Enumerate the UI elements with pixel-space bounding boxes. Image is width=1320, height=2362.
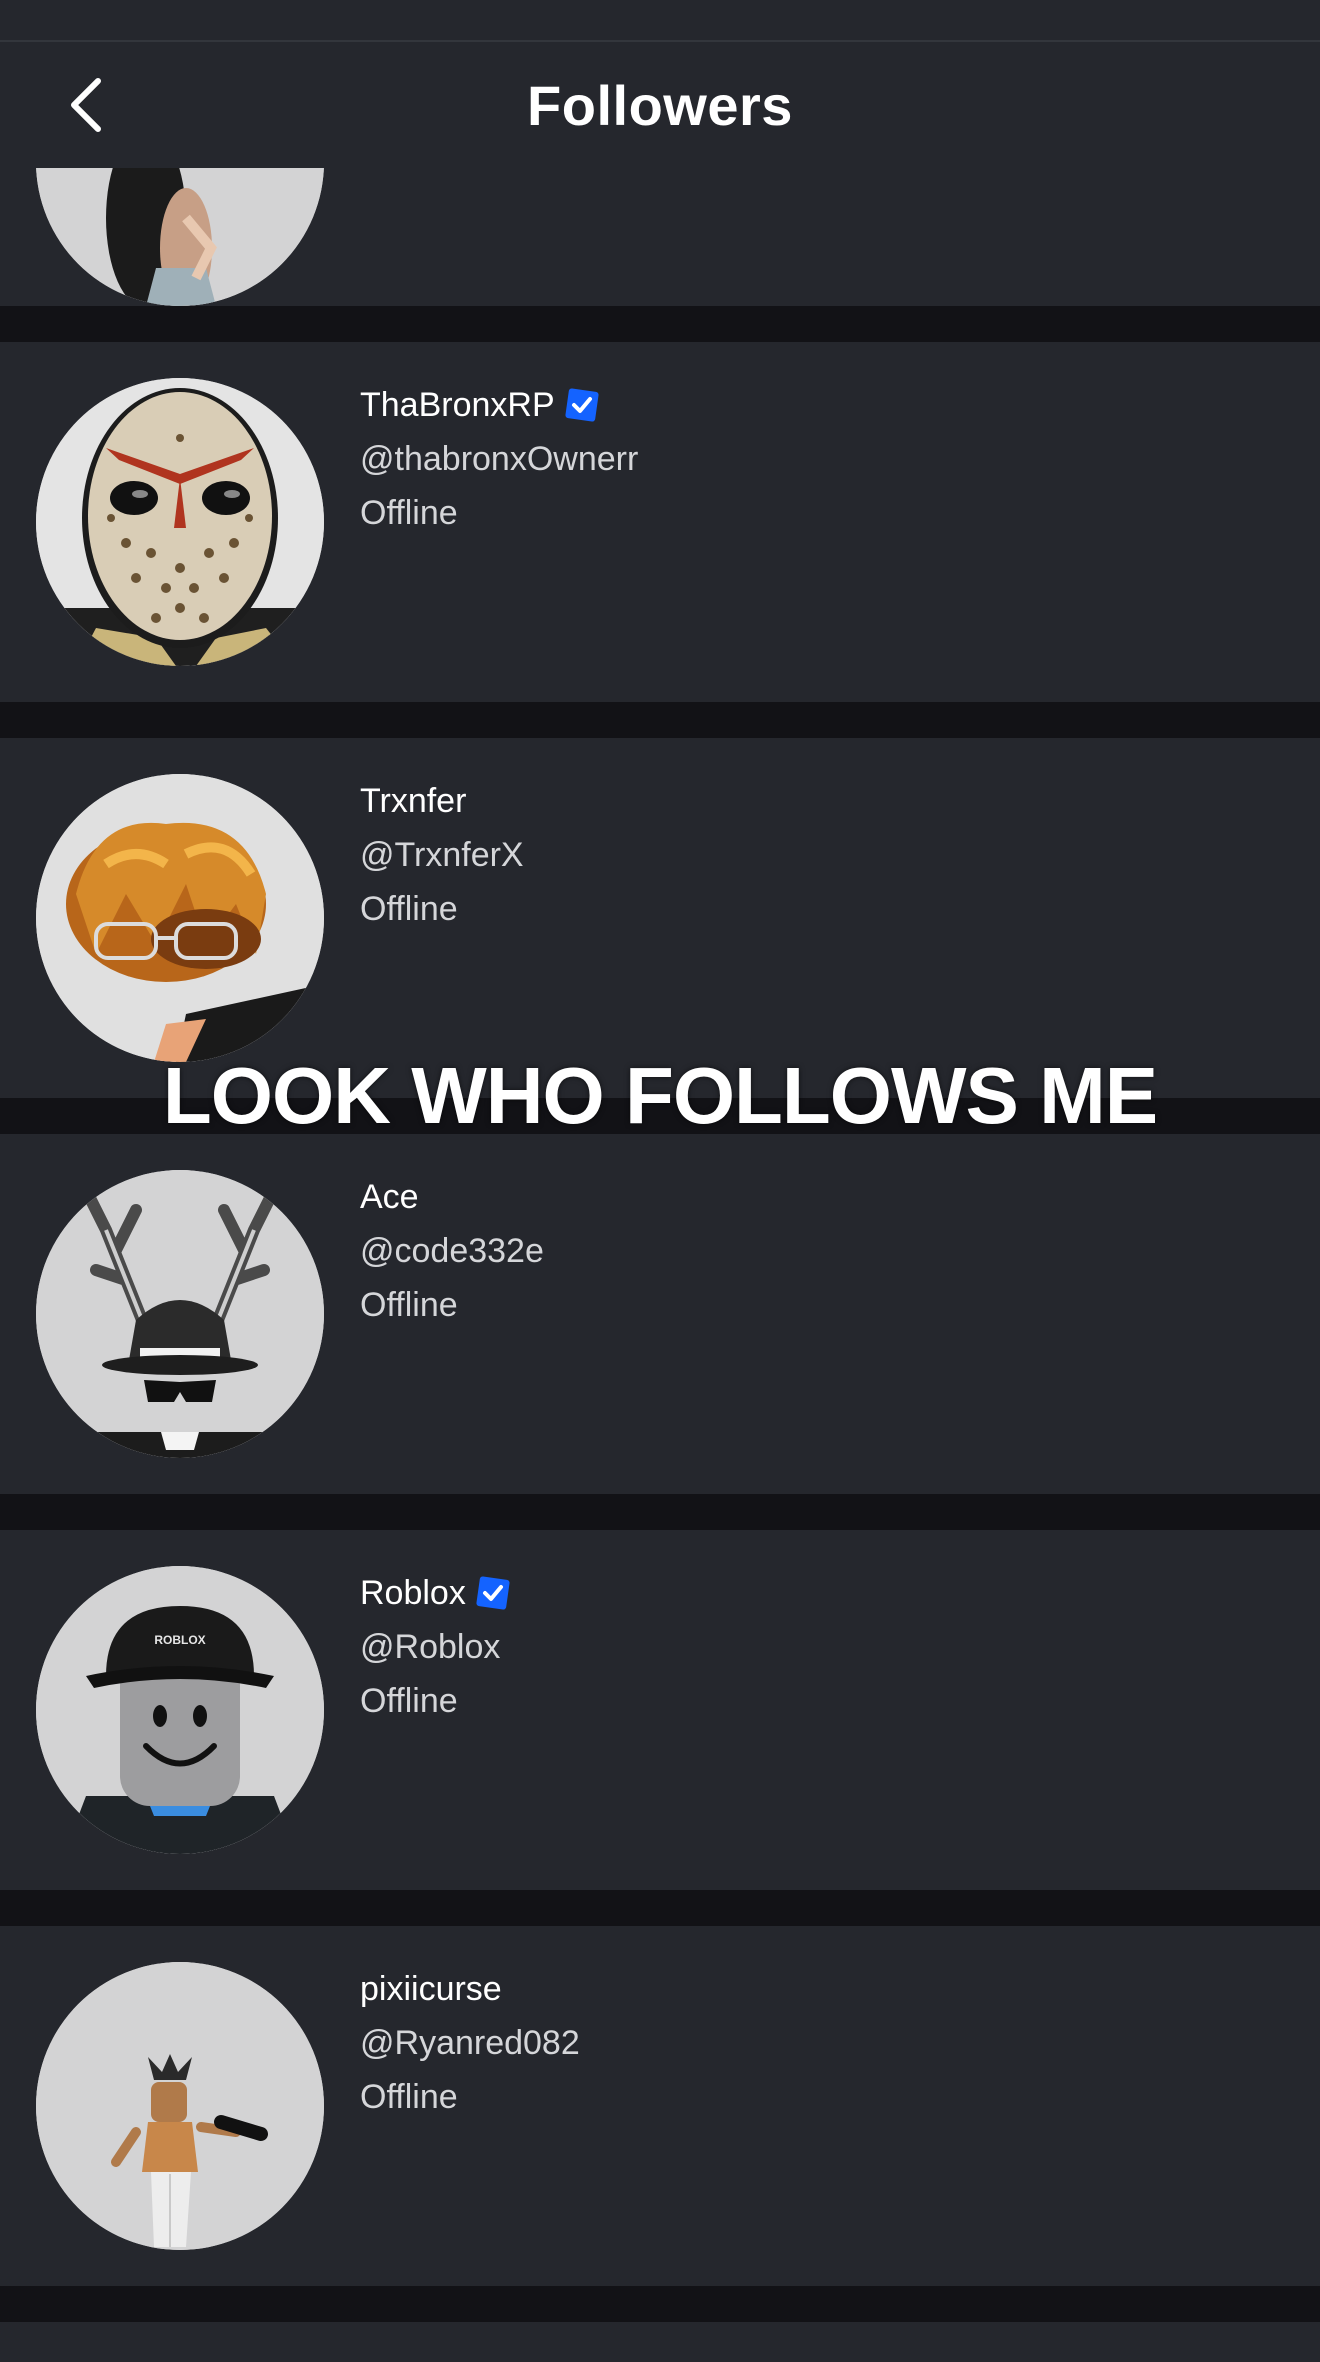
follower-card-next[interactable] xyxy=(0,2322,1320,2362)
presence-status: Offline xyxy=(360,890,458,928)
verified-badge-icon xyxy=(565,388,599,422)
verified-badge-icon xyxy=(476,1576,510,1610)
follower-card[interactable]: Ace @code332e Offline xyxy=(0,1134,1320,1494)
follower-card[interactable]: pixiicurse @Ryanred082 Offline xyxy=(0,1926,1320,2286)
avatar-small-character xyxy=(36,1962,324,2250)
chevron-left-icon xyxy=(71,78,101,132)
display-name: Roblox xyxy=(360,1574,466,1612)
avatar-antlers-fedora xyxy=(36,1170,324,1458)
presence-status: Offline xyxy=(360,2078,458,2116)
status-bar xyxy=(0,0,1320,40)
back-button[interactable] xyxy=(56,72,116,138)
display-name: pixiicurse xyxy=(360,1970,502,2008)
presence-status: Offline xyxy=(360,494,458,532)
username: @TrxnferX xyxy=(360,836,524,874)
avatar-orange-hair xyxy=(36,774,324,1062)
display-name: Ace xyxy=(360,1178,419,1216)
presence-status: Offline xyxy=(360,1682,458,1720)
username: @Roblox xyxy=(360,1628,501,1666)
follower-card[interactable]: ROBLOX Roblox @Roblox Offline xyxy=(0,1530,1320,1890)
username: @thabronxOwnerr xyxy=(360,440,639,478)
follower-card[interactable]: ThaBronxRP @thabronxOwnerr Offline xyxy=(0,342,1320,702)
avatar-smiley-cap: ROBLOX xyxy=(36,1566,324,1854)
page-title: Followers xyxy=(527,73,793,137)
top-nav-bar: Followers xyxy=(0,40,1320,168)
username: @Ryanred082 xyxy=(360,2024,580,2062)
overlay-caption: LOOK WHO FOLLOWS ME xyxy=(162,1051,1158,1140)
display-name: ThaBronxRP xyxy=(360,386,555,424)
display-name: Trxnfer xyxy=(360,782,467,820)
username: @code332e xyxy=(360,1232,544,1270)
follower-card[interactable]: Trxnfer @TrxnferX Offline xyxy=(0,738,1320,1098)
avatar-hockey-mask xyxy=(36,378,324,666)
avatar xyxy=(36,168,324,306)
svg-text:ROBLOX: ROBLOX xyxy=(154,1633,205,1647)
follower-card-partial[interactable] xyxy=(0,168,1320,306)
presence-status: Offline xyxy=(360,1286,458,1324)
